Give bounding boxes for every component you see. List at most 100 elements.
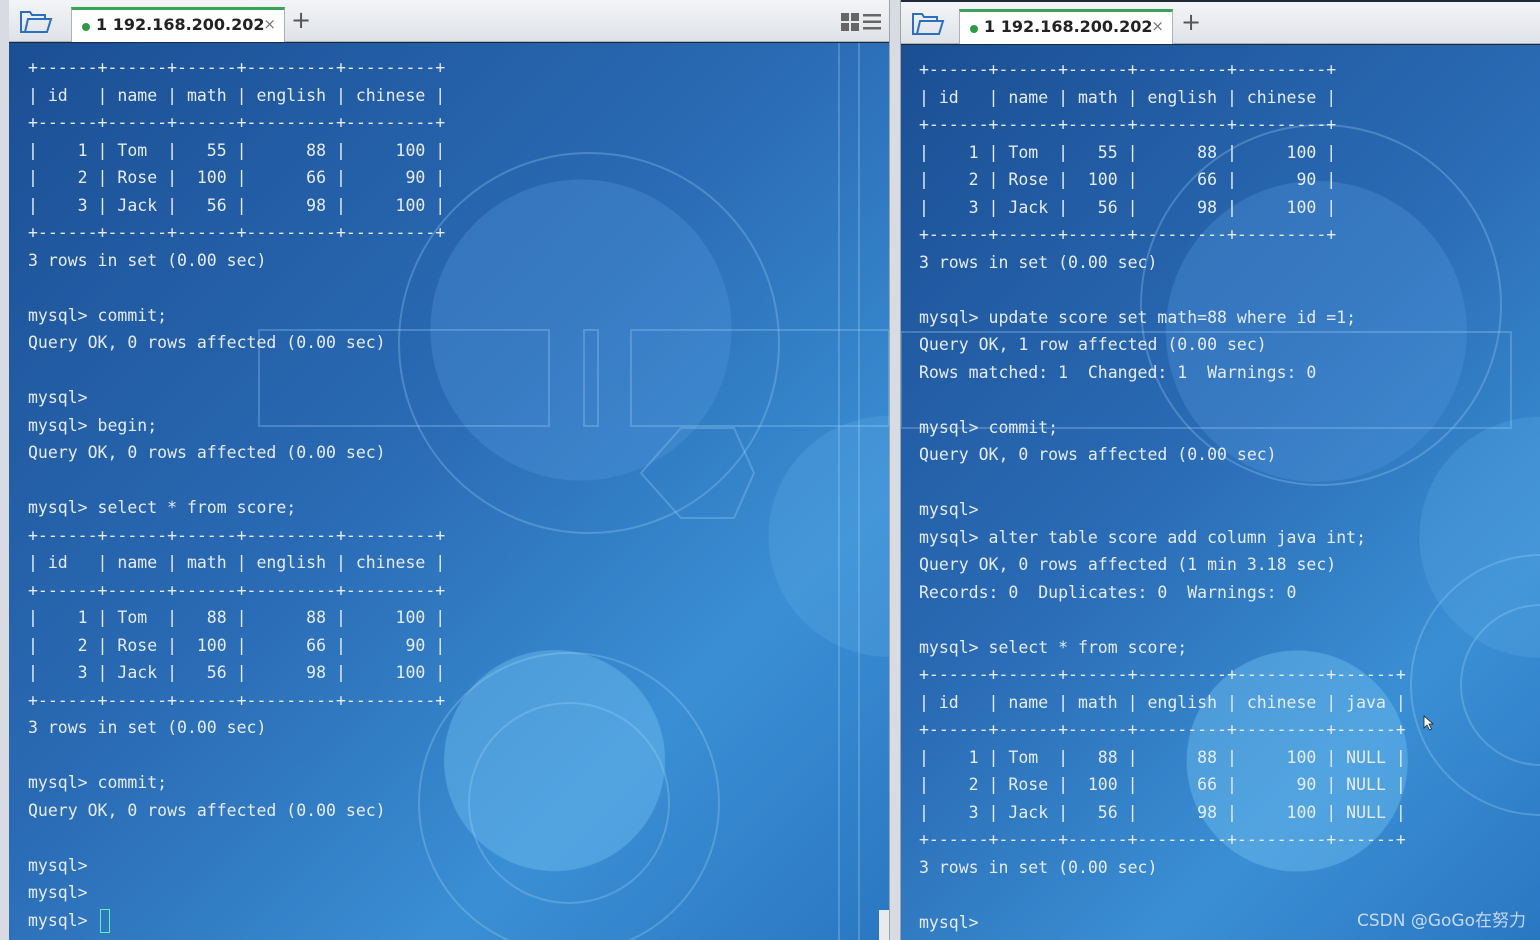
terminal-line-text: +------+------+------+---------+--------… — [919, 60, 1337, 79]
terminal-line: +------+------+------+---------+--------… — [28, 687, 889, 715]
terminal-line-text: 3 rows in set (0.00 sec) — [28, 718, 267, 737]
terminal-line-text: | 2 | Rose | 100 | 66 | 90 | — [28, 168, 446, 187]
terminal-line: Rows matched: 1 Changed: 1 Warnings: 0 — [919, 359, 1540, 387]
new-tab-button[interactable]: + — [291, 6, 311, 34]
terminal-line: +------+------+------+---------+--------… — [28, 522, 889, 550]
terminal-line: mysql> — [919, 496, 1540, 524]
terminal-line: 3 rows in set (0.00 sec) — [919, 854, 1540, 882]
terminal-line: mysql> select * from score; — [28, 494, 889, 522]
terminal-line-text: 3 rows in set (0.00 sec) — [919, 252, 1158, 272]
terminal-line: | 1 | Tom | 55 | 88 | 100 | — [28, 137, 889, 165]
terminal-line: mysql> — [28, 384, 889, 412]
terminal-line-text: | 1 | Tom | 88 | 88 | 100 | — [28, 608, 446, 627]
terminal-line-text: | 3 | Jack | 56 | 98 | 100 | NULL | — [919, 802, 1406, 822]
terminal-line: +------+------+------+---------+--------… — [28, 109, 889, 137]
terminal-line: mysql> begin; — [28, 412, 889, 440]
terminal-line: Query OK, 0 rows affected (0.00 sec) — [28, 329, 889, 357]
terminal-line-text: | 2 | Rose | 100 | 66 | 90 | — [919, 170, 1337, 189]
terminal-line-text: Query OK, 0 rows affected (0.00 sec) — [28, 333, 386, 352]
terminal-output[interactable]: +------+------+------+---------+--------… — [901, 45, 1540, 940]
terminal-line: | 2 | Rose | 100 | 66 | 90 | — [28, 632, 889, 660]
window-left-edge — [0, 0, 9, 940]
terminal-line: | 2 | Rose | 100 | 66 | 90 | NULL | — [919, 771, 1540, 799]
terminal-line: | 3 | Jack | 56 | 98 | 100 | — [28, 659, 889, 687]
terminal-line-text: mysql> begin; — [28, 415, 158, 435]
folder-open-icon[interactable] — [19, 9, 53, 35]
terminal-line: Query OK, 0 rows affected (1 min 3.18 se… — [919, 551, 1540, 579]
terminal-line-text: mysql> — [28, 883, 88, 902]
terminal-line: mysql> alter table score add column java… — [919, 524, 1540, 552]
terminal-line-text: | id | name | math | english | chinese | — [28, 553, 446, 572]
terminal-line-text: | 2 | Rose | 100 | 66 | 90 | NULL | — [919, 775, 1406, 794]
mouse-pointer-icon — [1423, 715, 1435, 731]
terminal-line-text: mysql> commit; — [28, 305, 168, 325]
terminal-line-text: | 3 | Jack | 56 | 98 | 100 | — [28, 663, 446, 682]
terminal-line: Query OK, 0 rows affected (0.00 sec) — [28, 439, 889, 467]
left-terminal-pane: 1 192.168.200.202 × + +------+------+---… — [9, 0, 889, 940]
terminal-line: 3 rows in set (0.00 sec) — [28, 247, 889, 275]
tab-title: 1 192.168.200.202 — [96, 15, 265, 34]
terminal-line: +------+------+------+---------+--------… — [28, 54, 889, 82]
terminal-line-text: | 3 | Jack | 56 | 98 | 100 | — [28, 195, 446, 215]
terminal-line-text: | 3 | Jack | 56 | 98 | 100 | — [919, 197, 1337, 217]
status-dot-icon — [82, 23, 90, 31]
terminal-line: +------+------+------+---------+--------… — [919, 716, 1540, 744]
terminal-output[interactable]: +------+------+------+---------+--------… — [9, 43, 889, 940]
terminal-line-text: Rows matched: 1 Changed: 1 Warnings: 0 — [919, 362, 1317, 382]
pane-splitter[interactable] — [889, 0, 901, 940]
terminal-line-text: mysql> select * from score; — [919, 637, 1188, 657]
scrollbar-thumb[interactable] — [879, 910, 889, 940]
session-tab[interactable]: 1 192.168.200.202 × — [71, 7, 285, 42]
terminal-line-text: mysql> select * from score; — [28, 498, 297, 517]
session-tab[interactable]: 1 192.168.200.202 × — [959, 9, 1173, 44]
terminal-line: | 3 | Jack | 56 | 98 | 100 | NULL | — [919, 799, 1540, 827]
terminal-line: mysql> — [28, 879, 889, 907]
right-terminal-pane: 1 192.168.200.202 × + +------+------+---… — [901, 0, 1540, 940]
new-tab-button[interactable]: + — [1181, 8, 1201, 36]
terminal-line-text: | id | name | math | english | chinese | — [28, 85, 446, 105]
layout-controls — [841, 13, 881, 31]
terminal-line-text: | 2 | Rose | 100 | 66 | 90 | — [28, 635, 446, 655]
terminal-line-text: | id | name | math | english | chinese | — [919, 87, 1337, 107]
terminal-line-text: mysql> — [28, 910, 98, 930]
grid-layout-icon[interactable] — [841, 13, 859, 31]
hamburger-menu-icon[interactable] — [863, 14, 881, 30]
tab-bar: 1 192.168.200.202 × + — [9, 0, 889, 42]
terminal-line-text: mysql> — [28, 855, 88, 875]
terminal-lines: +------+------+------+---------+--------… — [28, 54, 889, 934]
text-cursor — [99, 909, 110, 933]
terminal-line-text: Query OK, 1 row affected (0.00 sec) — [919, 335, 1267, 354]
close-tab-button[interactable]: × — [1151, 17, 1164, 35]
terminal-line-text: +------+------+------+---------+--------… — [919, 720, 1406, 739]
folder-open-icon[interactable] — [911, 11, 945, 37]
terminal-line: +------+------+------+---------+--------… — [919, 56, 1540, 84]
terminal-line: | 3 | Jack | 56 | 98 | 100 | — [28, 192, 889, 220]
tab-title: 1 192.168.200.202 — [984, 17, 1153, 36]
terminal-line: +------+------+------+---------+--------… — [919, 826, 1540, 854]
terminal-line: | 2 | Rose | 100 | 66 | 90 | — [28, 164, 889, 192]
terminal-line-text: +------+------+------+---------+--------… — [28, 223, 446, 242]
terminal-line: Records: 0 Duplicates: 0 Warnings: 0 — [919, 579, 1540, 607]
terminal-line-text: +------+------+------+---------+--------… — [28, 690, 446, 710]
watermark: CSDN @GoGo在努力 — [1356, 911, 1526, 931]
terminal-line: mysql> — [28, 852, 889, 880]
terminal-line-text: +------+------+------+---------+--------… — [919, 665, 1406, 684]
terminal-line: Query OK, 1 row affected (0.00 sec) — [919, 331, 1540, 359]
terminal-line-text: | 1 | Tom | 88 | 88 | 100 | NULL | — [919, 747, 1406, 767]
terminal-line: 3 rows in set (0.00 sec) — [28, 714, 889, 742]
terminal-line: | 1 | Tom | 88 | 88 | 100 | NULL | — [919, 744, 1540, 772]
terminal-line: 3 rows in set (0.00 sec) — [919, 249, 1540, 277]
terminal-line: mysql> commit; — [28, 302, 889, 330]
terminal-line: | id | name | math | english | chinese | — [28, 549, 889, 577]
terminal-line: mysql> — [28, 907, 889, 935]
terminal-line: +------+------+------+---------+--------… — [919, 661, 1540, 689]
close-tab-button[interactable]: × — [263, 15, 276, 33]
terminal-line: mysql> commit; — [28, 769, 889, 797]
terminal-line-text: Query OK, 0 rows affected (1 min 3.18 se… — [919, 555, 1337, 574]
